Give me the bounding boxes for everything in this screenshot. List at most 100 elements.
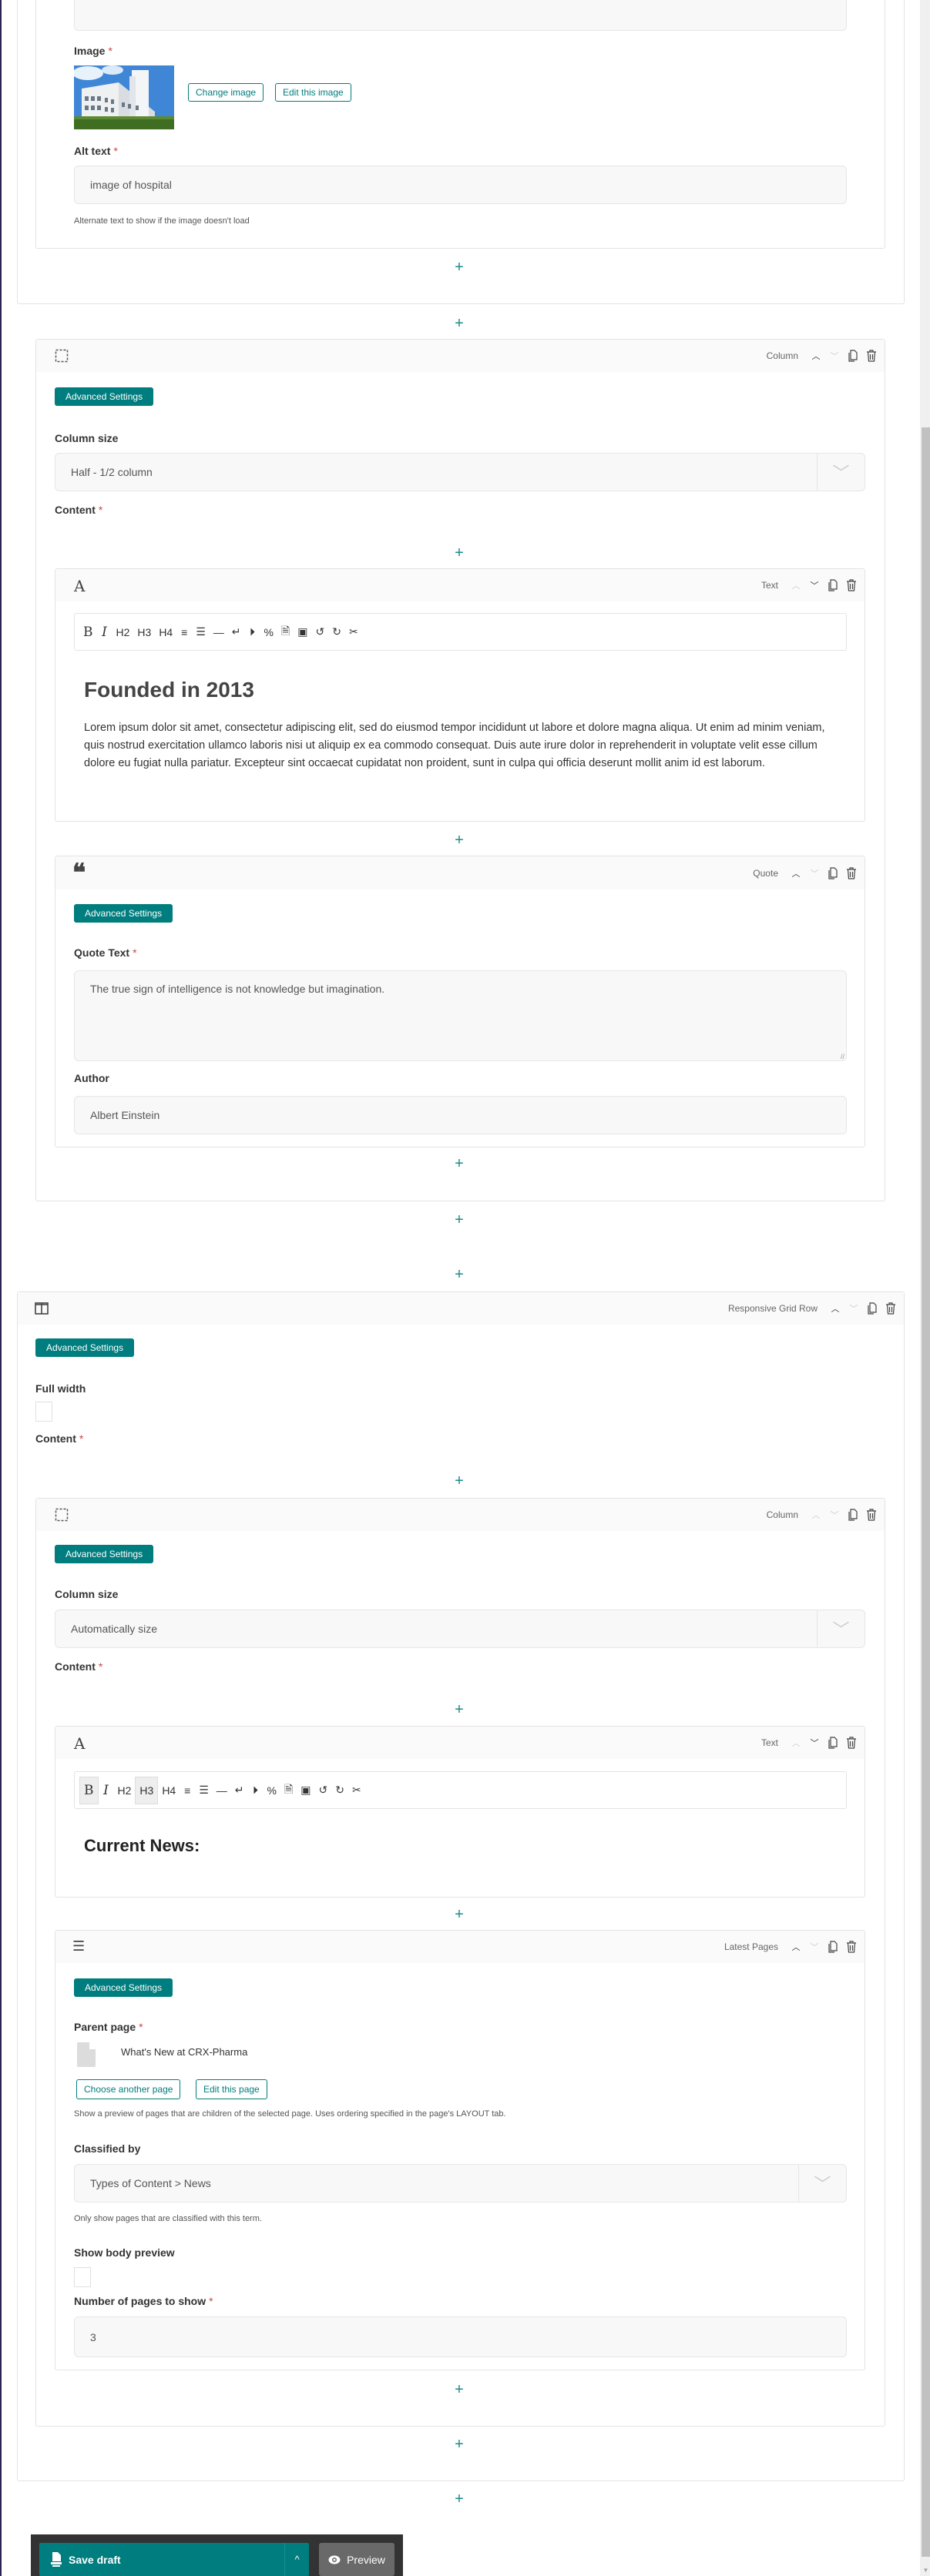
scrollbar-down-arrow[interactable]: ▼ [922,2567,930,2576]
ordered-list-icon[interactable]: ≡ [176,618,192,646]
show-body-preview-checkbox[interactable] [74,2267,91,2287]
embed-icon[interactable]: ⏵ [248,1777,264,1804]
h4-button[interactable]: H4 [158,1777,180,1804]
advanced-settings-button[interactable]: Advanced Settings [74,904,173,923]
cut-icon[interactable]: ✂ [348,1777,365,1804]
document-link-icon[interactable]: 🗎 [280,1777,297,1804]
move-up-icon[interactable]: ︿ [791,579,801,591]
classified-by-select[interactable]: Types of Content > News ﹀ [74,2164,847,2202]
move-down-icon[interactable]: ﹀ [809,579,820,591]
edit-image-button[interactable]: Edit this image [275,83,351,102]
duplicate-icon[interactable] [848,350,858,362]
advanced-settings-button[interactable]: Advanced Settings [55,387,154,406]
delete-icon[interactable] [866,1509,877,1521]
line-break-icon[interactable]: ↵ [228,618,245,646]
full-width-checkbox[interactable] [35,1402,52,1422]
document-link-icon[interactable]: 🗎 [277,618,294,646]
add-block-button[interactable]: + [452,260,467,275]
add-block-button[interactable]: + [452,1212,467,1228]
duplicate-icon[interactable] [867,1302,878,1315]
redo-icon[interactable]: ↻ [331,1777,348,1804]
ordered-list-icon[interactable]: ≡ [180,1777,195,1804]
redo-icon[interactable]: ↻ [328,618,345,646]
h4-button[interactable]: H4 [155,618,176,646]
link-icon[interactable]: % [260,618,277,646]
duplicate-icon[interactable] [828,866,838,879]
column-size-select[interactable]: Half - 1/2 column ﹀ [55,453,865,491]
bullet-list-icon[interactable]: ☰ [195,1777,213,1804]
add-block-button[interactable]: + [452,1267,467,1282]
h2-button[interactable]: H2 [114,1777,136,1804]
move-up-icon[interactable]: ︿ [791,1737,801,1749]
delete-icon[interactable] [885,1302,896,1315]
italic-button[interactable]: I [99,1777,114,1804]
bullet-list-icon[interactable]: ☰ [192,618,210,646]
quote-text-textarea[interactable]: The true sign of intelligence is not kno… [74,970,847,1061]
italic-button[interactable]: I [97,618,112,646]
add-block-button[interactable]: + [452,1702,467,1717]
choose-another-page-button[interactable]: Choose another page [76,2079,181,2099]
move-down-icon[interactable]: ﹀ [809,1737,820,1749]
text-paragraph[interactable]: Lorem ipsum dolor sit amet, consectetur … [84,719,842,772]
move-down-icon[interactable]: ﹀ [809,1941,820,1953]
advanced-settings-button[interactable]: Advanced Settings [74,1978,173,1997]
undo-icon[interactable]: ↺ [314,1777,331,1804]
move-down-icon[interactable]: ﹀ [809,867,820,879]
advanced-settings-button[interactable]: Advanced Settings [55,1545,154,1563]
horizontal-rule-icon[interactable]: — [210,618,228,646]
add-block-button[interactable]: + [452,2382,467,2397]
advanced-settings-button[interactable]: Advanced Settings [35,1338,135,1357]
undo-icon[interactable]: ↺ [311,618,328,646]
delete-icon[interactable] [846,579,857,591]
delete-icon[interactable] [846,1941,857,1953]
horizontal-rule-icon[interactable]: — [213,1777,231,1804]
duplicate-icon[interactable] [848,1509,858,1521]
bold-button[interactable]: B [79,618,97,646]
h2-button[interactable]: H2 [112,618,134,646]
move-up-icon[interactable]: ︿ [791,1941,801,1953]
move-down-icon[interactable]: ﹀ [848,1302,859,1315]
move-down-icon[interactable]: ﹀ [829,1509,840,1521]
move-up-icon[interactable]: ︿ [830,1302,841,1315]
add-block-button[interactable]: + [452,832,467,848]
image-icon[interactable]: ▣ [297,1777,314,1804]
h3-button[interactable]: H3 [135,1776,159,1804]
save-options-caret[interactable]: ^ [284,2543,309,2576]
bold-button[interactable]: B [79,1776,99,1804]
text-heading[interactable]: Founded in 2013 [84,678,254,702]
add-block-button[interactable]: + [452,1156,467,1171]
add-block-button[interactable]: + [452,2491,467,2507]
move-up-icon[interactable]: ︿ [791,867,801,879]
scrollbar-thumb[interactable] [922,427,930,2557]
move-up-icon[interactable]: ︿ [811,1509,821,1521]
embed-icon[interactable]: ⏵ [245,618,260,646]
add-block-button[interactable]: + [452,545,467,561]
delete-icon[interactable] [846,1737,857,1749]
add-block-button[interactable]: + [452,316,467,331]
change-image-button[interactable]: Change image [188,83,264,102]
duplicate-icon[interactable] [828,1737,838,1749]
delete-icon[interactable] [866,350,877,362]
edit-this-page-button[interactable]: Edit this page [196,2079,267,2099]
alt-text-input[interactable]: image of hospital [74,166,847,204]
line-break-icon[interactable]: ↵ [231,1777,248,1804]
resize-handle-icon[interactable]: // [841,1053,844,1060]
delete-icon[interactable] [846,866,857,879]
text-heading[interactable]: Current News: [84,1836,200,1856]
link-icon[interactable]: % [264,1777,280,1804]
add-block-button[interactable]: + [452,1907,467,1922]
number-of-pages-input[interactable]: 3 [74,2316,847,2357]
image-icon[interactable]: ▣ [294,618,311,646]
h3-button[interactable]: H3 [133,618,155,646]
move-up-icon[interactable]: ︿ [811,350,821,362]
duplicate-icon[interactable] [828,1941,838,1953]
preview-button[interactable]: Preview [319,2543,394,2576]
save-draft-button[interactable]: Save draft ^ [39,2543,309,2576]
previous-field-input[interactable] [74,0,847,31]
cut-icon[interactable]: ✂ [345,618,362,646]
move-down-icon[interactable]: ﹀ [829,350,840,362]
add-block-button[interactable]: + [452,2437,467,2452]
add-block-button[interactable]: + [452,1473,467,1489]
column-size-select[interactable]: Automatically size ﹀ [55,1610,865,1648]
duplicate-icon[interactable] [828,579,838,591]
